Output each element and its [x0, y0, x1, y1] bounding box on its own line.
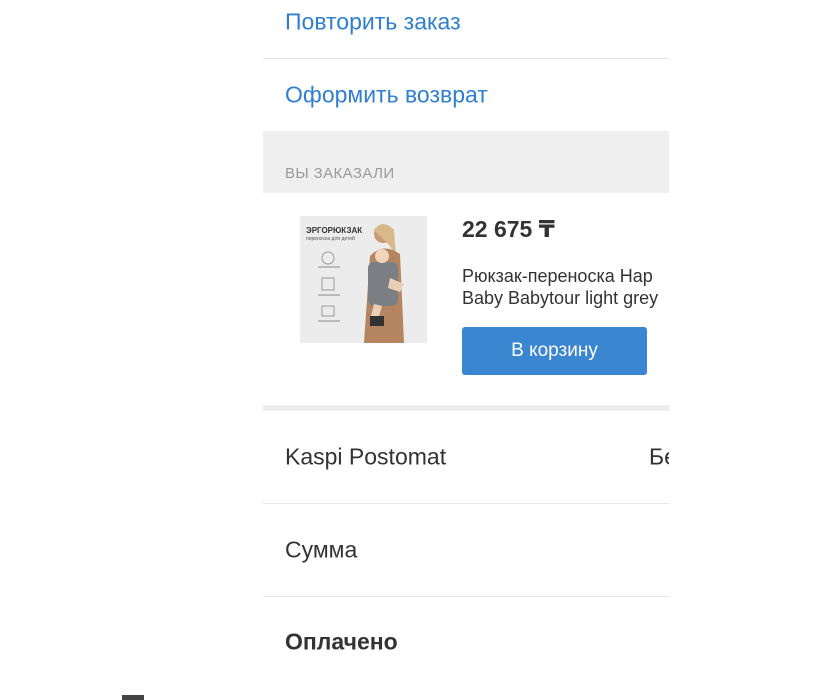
- product-name-line1: Рюкзак-переноска Hap: [462, 266, 653, 286]
- repeat-order-row: Повторить заказ: [263, 0, 669, 59]
- product-name[interactable]: Рюкзак-переноска Hap Baby Babytour light…: [462, 265, 669, 309]
- product-image-title: ЭРГОРЮКЗАК: [306, 226, 363, 235]
- ordered-items-header: ВЫ ЗАКАЗАЛИ: [263, 131, 669, 193]
- product-item: ЭРГОРЮКЗАК переноска для детей 22 675 ₸ …: [263, 194, 669, 406]
- return-order-link[interactable]: Оформить возврат: [285, 82, 488, 109]
- order-details-panel: Повторить заказ Оформить возврат ВЫ ЗАКА…: [263, 0, 669, 700]
- return-order-row: Оформить возврат: [263, 59, 669, 132]
- delivery-label: Kaspi Postomat: [285, 443, 447, 470]
- delivery-row: Kaspi Postomat Бе: [263, 411, 669, 504]
- product-image-subtitle: переноска для детей: [306, 236, 355, 242]
- paid-label: Оплачено: [285, 628, 398, 655]
- product-name-line2: Baby Babytour light grey: [462, 288, 659, 308]
- add-to-cart-button[interactable]: В корзину: [462, 327, 647, 375]
- sum-label: Сумма: [285, 536, 358, 563]
- section-title: ВЫ ЗАКАЗАЛИ: [285, 165, 395, 182]
- repeat-order-link[interactable]: Повторить заказ: [285, 9, 461, 36]
- paid-row: Оплачено: [263, 596, 669, 688]
- product-price: 22 675 ₸: [462, 216, 555, 242]
- sum-row: Сумма: [263, 504, 669, 597]
- bottom-edge-mark: [122, 695, 144, 700]
- delivery-value: Бе: [649, 443, 669, 470]
- product-image[interactable]: ЭРГОРЮКЗАК переноска для детей: [300, 216, 427, 343]
